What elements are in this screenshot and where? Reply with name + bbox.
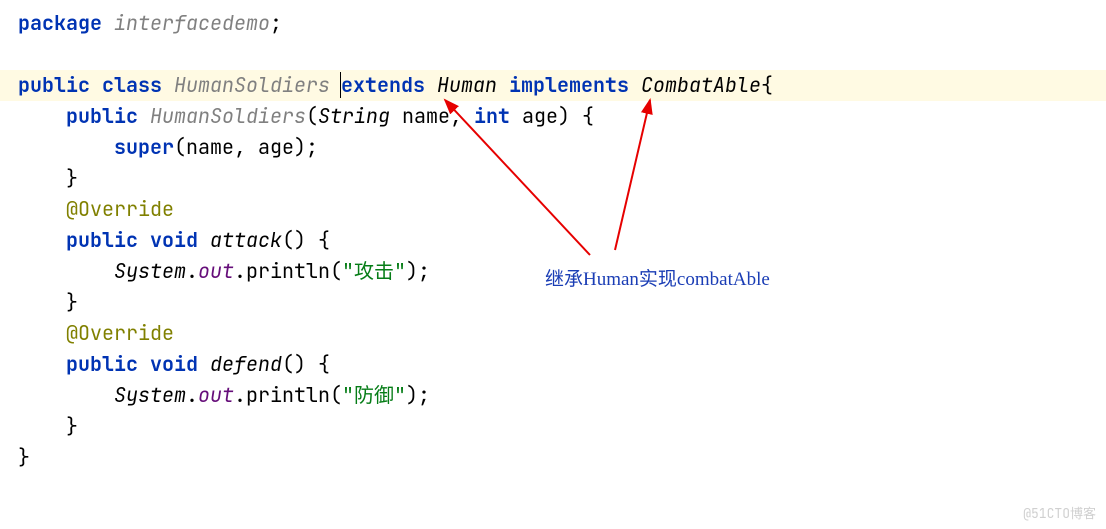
dot: . <box>234 382 246 408</box>
kw-public: public <box>66 227 138 253</box>
rparen: ); <box>406 382 430 408</box>
brace: } <box>66 413 78 439</box>
annotation-override: @Override <box>66 196 174 222</box>
kw-extends: extends <box>341 72 425 98</box>
lparen: ( <box>330 258 342 284</box>
pkg-name: interfacedemo <box>102 10 270 36</box>
semi: ; <box>270 10 282 36</box>
age-param: age <box>510 103 558 129</box>
line-print-defend: System.out.println("防御"); <box>0 380 1106 411</box>
kw-int: int <box>474 103 510 129</box>
interface-name: CombatAble <box>641 72 761 98</box>
rparen-brace: ) { <box>558 103 594 129</box>
kw-public: public <box>66 351 138 377</box>
kw-void: void <box>150 227 198 253</box>
line-super: super(name, age); <box>0 132 1106 163</box>
tail: () { <box>282 351 330 377</box>
str-attack: "攻击" <box>342 258 406 284</box>
brace: } <box>18 444 30 470</box>
code-block: package interfacedemo; public class Huma… <box>0 8 1106 473</box>
ctor-name: HumanSoldiers <box>150 103 306 129</box>
parent-class: Human <box>437 72 497 98</box>
line-override2: @Override <box>0 318 1106 349</box>
str-defend: "防御" <box>342 382 406 408</box>
rparen: ); <box>406 258 430 284</box>
method-attack: attack <box>210 227 282 253</box>
kw-package: package <box>18 10 102 36</box>
line-class-decl: public class HumanSoldiers extends Human… <box>0 70 1106 101</box>
tail: () { <box>282 227 330 253</box>
system: System <box>114 382 186 408</box>
line-override1: @Override <box>0 194 1106 225</box>
line-close-ctor: } <box>0 163 1106 194</box>
system: System <box>114 258 186 284</box>
kw-super: super <box>114 134 174 160</box>
out-field: out <box>198 382 234 408</box>
kw-implements: implements <box>509 72 629 98</box>
brace: { <box>761 72 773 98</box>
line-defend: public void defend() { <box>0 349 1106 380</box>
dot: . <box>186 258 198 284</box>
watermark: @51CTO博客 <box>1023 504 1096 524</box>
println: println <box>246 258 330 284</box>
kw-public: public <box>18 72 90 98</box>
dot: . <box>186 382 198 408</box>
brace: } <box>66 165 78 191</box>
line-attack: public void attack() { <box>0 225 1106 256</box>
annotation-label: 继承Human实现combatAble <box>545 265 770 294</box>
kw-class: class <box>102 72 162 98</box>
class-name: HumanSoldiers <box>174 72 330 98</box>
line-close-class: } <box>0 442 1106 473</box>
out-field: out <box>198 258 234 284</box>
name-param: name <box>390 103 450 129</box>
comma: , <box>450 103 474 129</box>
line-package: package interfacedemo; <box>0 8 1106 39</box>
method-defend: defend <box>210 351 282 377</box>
kw-public: public <box>66 103 138 129</box>
string-type: String <box>318 103 390 129</box>
line-blank <box>0 39 1106 70</box>
dot: . <box>234 258 246 284</box>
kw-void: void <box>150 351 198 377</box>
line-close-defend: } <box>0 411 1106 442</box>
super-args: (name, age); <box>174 134 318 160</box>
annotation-override: @Override <box>66 320 174 346</box>
lparen: ( <box>306 103 318 129</box>
lparen: ( <box>330 382 342 408</box>
brace: } <box>66 289 78 315</box>
println: println <box>246 382 330 408</box>
line-constructor: public HumanSoldiers(String name, int ag… <box>0 101 1106 132</box>
